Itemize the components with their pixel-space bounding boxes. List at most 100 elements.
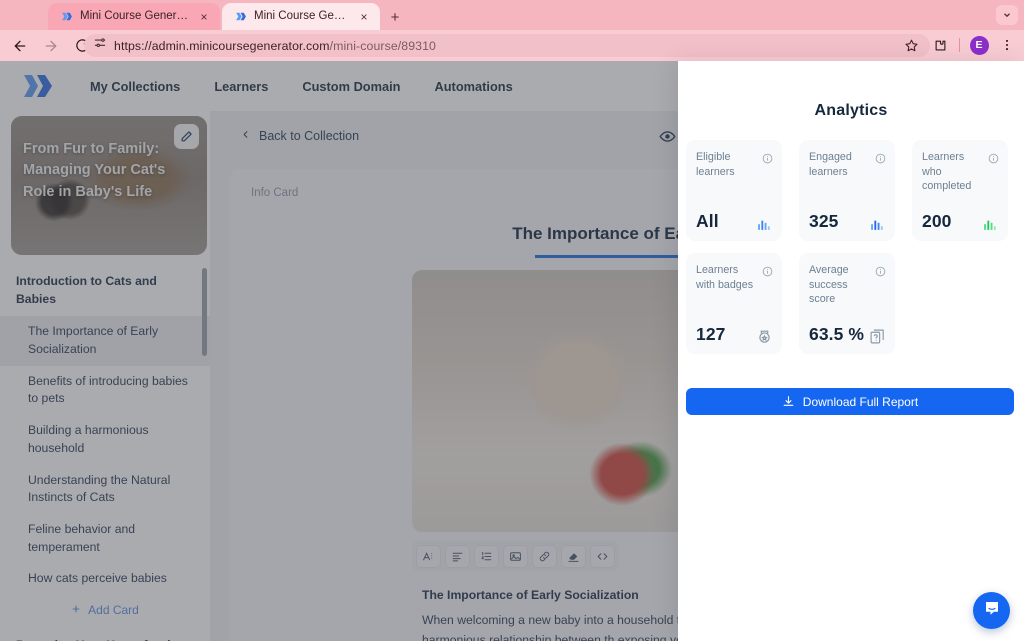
nav-item-automations[interactable]: Automations	[435, 79, 513, 94]
download-label: Download Full Report	[803, 395, 918, 409]
align-left-icon[interactable]	[445, 545, 470, 568]
mcg-logo-icon[interactable]	[22, 72, 56, 100]
stat-label: Eligible learners	[696, 150, 758, 179]
stat-head: Engaged learners	[809, 150, 886, 179]
address-bar-url: https://admin.minicoursegenerator.com/mi…	[114, 39, 436, 53]
extensions-icon[interactable]	[927, 32, 953, 58]
sidebar-group-preparing-home: Preparing Your Home for the New Arrival	[0, 627, 210, 641]
screen: Mini Course Generator × Mini Course Gene…	[0, 0, 1024, 641]
sidebar-item-how-cats-perceive[interactable]: How cats perceive babies	[0, 563, 210, 595]
stat-foot: 127	[696, 324, 773, 345]
stat-head: Eligible learners	[696, 150, 773, 179]
stat-foot: 200	[922, 211, 999, 232]
eraser-icon[interactable]	[561, 545, 586, 568]
sidebar-item-harmonious-household[interactable]: Building a harmonious household	[0, 415, 210, 464]
sidebar-item-feline-behavior[interactable]: Feline behavior and temperament	[0, 514, 210, 563]
course-thumbnail[interactable]: From Fur to Family: Managing Your Cat's …	[11, 116, 207, 255]
chat-bubble-icon	[983, 599, 1001, 622]
sidebar-group-intro: Introduction to Cats and Babies	[0, 263, 210, 316]
browser-tab-2[interactable]: Mini Course Generator ×	[222, 3, 380, 30]
chevron-down-icon[interactable]	[996, 5, 1018, 25]
stat-head: Average success score	[809, 263, 886, 307]
back-to-collection-button[interactable]: Back to Collection	[240, 129, 359, 143]
analytics-panel: Analytics Eligible learners All	[678, 61, 1024, 641]
bar-chart-icon	[756, 215, 773, 232]
sidebar-item-benefits[interactable]: Benefits of introducing babies to pets	[0, 366, 210, 415]
kebab-menu-icon[interactable]	[994, 32, 1020, 58]
bar-chart-icon	[982, 215, 999, 232]
stat-value: 127	[696, 324, 726, 345]
address-bar[interactable]: https://admin.minicoursegenerator.com/mi…	[84, 34, 930, 57]
stat-foot: All	[696, 211, 773, 232]
stat-foot: 63.5 %	[809, 324, 886, 345]
arrow-left-icon[interactable]	[6, 32, 34, 60]
mcg-logo-icon	[234, 10, 247, 23]
arrow-right-icon[interactable]	[37, 32, 65, 60]
stat-head: Learners with badges	[696, 263, 773, 292]
app-nav: My Collections Learners Custom Domain Au…	[90, 79, 513, 94]
quiz-icon	[869, 328, 886, 345]
info-circle-icon[interactable]	[762, 264, 773, 275]
avatar[interactable]: E	[966, 32, 992, 58]
new-tab-button[interactable]: +	[385, 7, 405, 27]
code-icon[interactable]	[590, 545, 615, 568]
add-card-label: Add Card	[88, 603, 139, 617]
toolbar-divider	[959, 38, 960, 52]
stat-card-eligible-learners[interactable]: Eligible learners All	[686, 140, 782, 241]
sidebar-item-early-socialization[interactable]: The Importance of Early Socialization	[0, 316, 210, 365]
browser-toolbar: https://admin.minicoursegenerator.com/mi…	[0, 30, 1024, 61]
sidebar-scrollbar[interactable]	[202, 268, 207, 356]
ordered-list-icon[interactable]	[474, 545, 499, 568]
info-circle-icon[interactable]	[762, 151, 773, 162]
download-icon	[782, 395, 795, 408]
browser-tab-strip: Mini Course Generator × Mini Course Gene…	[0, 0, 1024, 30]
course-card-list: Introduction to Cats and Babies The Impo…	[0, 263, 210, 641]
stat-label: Learners with badges	[696, 263, 758, 292]
plus-icon	[71, 603, 81, 617]
body-heading: The Importance of Early Socialization	[422, 588, 639, 602]
stat-value: All	[696, 211, 719, 232]
stat-card-average-success-score[interactable]: Average success score 63.5 %	[799, 253, 895, 354]
profile-initial: E	[970, 36, 989, 55]
download-full-report-button[interactable]: Download Full Report	[686, 388, 1014, 415]
browser-tab-1[interactable]: Mini Course Generator ×	[48, 3, 220, 30]
pencil-icon[interactable]	[174, 124, 199, 149]
stat-card-learners-with-badges[interactable]: Learners with badges 127	[686, 253, 782, 354]
tab-close-icon[interactable]: ×	[356, 9, 372, 25]
rich-text-toolbar	[412, 541, 619, 571]
stat-head: Learners who completed	[922, 150, 999, 194]
chevron-left-icon	[240, 129, 251, 143]
stat-label: Learners who completed	[922, 150, 984, 194]
image-icon[interactable]	[503, 545, 528, 568]
text-format-icon[interactable]	[416, 545, 441, 568]
course-sidebar: From Fur to Family: Managing Your Cat's …	[0, 111, 210, 641]
toolbar-right-cluster: E	[927, 32, 1020, 58]
star-icon[interactable]	[904, 38, 920, 54]
panel-title: Analytics	[678, 102, 1024, 120]
stat-card-learners-completed[interactable]: Learners who completed 200	[912, 140, 1008, 241]
info-circle-icon[interactable]	[875, 264, 886, 275]
tab-title: Mini Course Generator	[254, 10, 349, 23]
nav-item-my-collections[interactable]: My Collections	[90, 79, 180, 94]
add-card-button[interactable]: Add Card	[0, 595, 210, 627]
stat-foot: 325	[809, 211, 886, 232]
info-circle-icon[interactable]	[875, 151, 886, 162]
stat-value: 63.5 %	[809, 324, 864, 345]
support-chat-button[interactable]	[973, 592, 1010, 629]
info-circle-icon[interactable]	[988, 151, 999, 162]
tab-close-icon[interactable]: ×	[196, 9, 212, 25]
eye-icon[interactable]	[657, 126, 677, 146]
tune-icon[interactable]	[93, 36, 107, 55]
mcg-logo-icon	[60, 10, 73, 23]
nav-item-learners[interactable]: Learners	[214, 79, 268, 94]
stat-card-engaged-learners[interactable]: Engaged learners 325	[799, 140, 895, 241]
stat-value: 200	[922, 211, 952, 232]
nav-item-custom-domain[interactable]: Custom Domain	[302, 79, 400, 94]
tab-title: Mini Course Generator	[80, 10, 189, 23]
link-icon[interactable]	[532, 545, 557, 568]
hero-image[interactable]	[412, 270, 712, 532]
sidebar-item-natural-instincts[interactable]: Understanding the Natural Instincts of C…	[0, 465, 210, 514]
stat-label: Engaged learners	[809, 150, 871, 179]
course-title: From Fur to Family: Managing Your Cat's …	[23, 139, 193, 203]
bar-chart-icon	[869, 215, 886, 232]
